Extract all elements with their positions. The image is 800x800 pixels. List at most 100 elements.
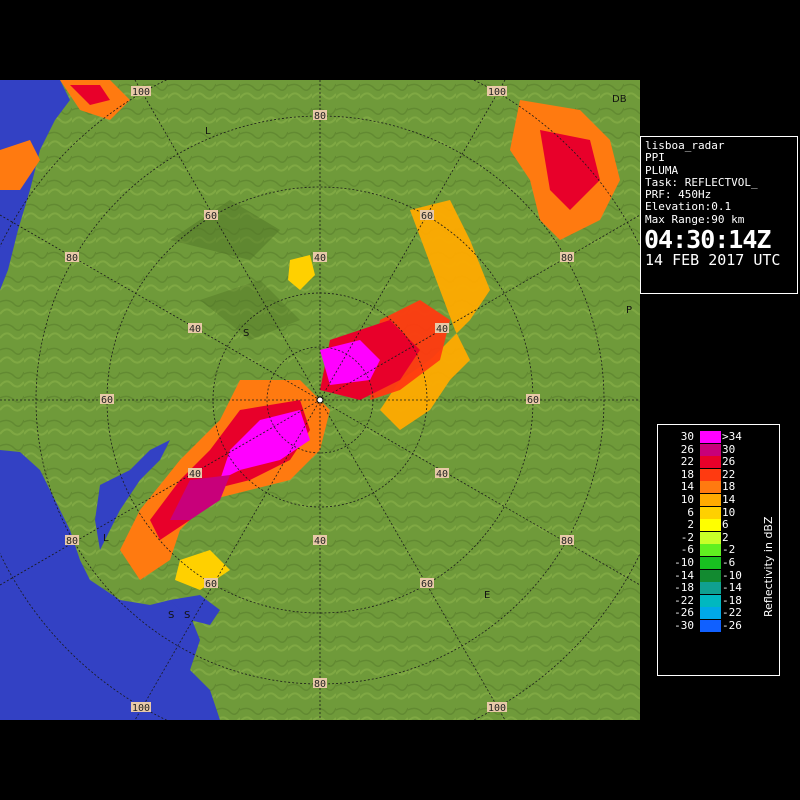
svg-text:100: 100 [488, 703, 506, 714]
ring-label-60-n: 60 [204, 210, 218, 222]
svg-text:80: 80 [561, 536, 573, 547]
legend-color-swatch [700, 594, 721, 607]
legend-row: -22 -18 [658, 593, 779, 607]
place-mark-db: DB [612, 94, 627, 105]
legend-right-value: -18 [722, 593, 742, 607]
legend-left-value: -2 [680, 530, 694, 544]
legend-color-swatch [700, 431, 721, 443]
ring-label-60-se: 60 [420, 578, 434, 590]
legend-color-swatch [700, 468, 721, 481]
svg-text:80: 80 [66, 253, 78, 264]
ring-label-60-e: 60 [526, 394, 540, 406]
legend-row: 30 >34 [658, 431, 779, 443]
svg-text:40: 40 [436, 324, 448, 335]
place-mark-s-south-1: S [168, 610, 174, 621]
legend-row: -18 -14 [658, 581, 779, 595]
radar-name: lisboa_radar [645, 139, 725, 152]
ring-label-60-ne: 60 [420, 210, 434, 222]
ring-label-60-w: 60 [100, 394, 114, 406]
radar-map: 40 40 40 40 40 40 60 60 60 60 60 60 80 8… [0, 80, 640, 720]
legend-row: -14 -10 [658, 568, 779, 582]
svg-text:40: 40 [189, 469, 201, 480]
elevation-value: Elevation:0.1 [645, 200, 732, 214]
legend-row: -30 -26 [658, 620, 779, 632]
place-mark-l-north: L [205, 126, 211, 137]
legend-left-value: -6 [680, 543, 694, 557]
ring-label-60-sw: 60 [204, 578, 218, 590]
svg-text:80: 80 [314, 679, 326, 690]
product-type: PPI [645, 151, 665, 165]
legend-row: 10 14 [658, 494, 779, 506]
legend-left-value: -22 [674, 593, 694, 607]
ring-label-40-se: 40 [435, 468, 449, 480]
legend-row: 6 10 [658, 505, 779, 519]
svg-text:80: 80 [561, 253, 573, 264]
legend-left-value: -10 [674, 556, 694, 569]
legend-color-swatch [700, 443, 721, 456]
legend-row: 26 30 [658, 442, 779, 456]
ring-label-80-s: 80 [313, 678, 327, 690]
ring-label-80-e: 80 [560, 252, 574, 264]
svg-text:100: 100 [488, 87, 506, 98]
legend-row: -2 2 [658, 530, 779, 544]
legend-right-value: >34 [722, 430, 742, 443]
ring-label-40-w: 40 [188, 323, 202, 335]
ring-label-40-e: 40 [435, 323, 449, 335]
legend-left-value: -30 [674, 619, 694, 632]
legend-right-value: -14 [722, 581, 742, 595]
ring-label-100-nw: 100 [131, 86, 151, 98]
legend-right-value: -10 [722, 568, 742, 582]
legend-row: 26 [658, 518, 779, 532]
ring-label-40-sw: 40 [188, 468, 202, 480]
legend-color-swatch [700, 582, 721, 595]
legend-color-swatch [700, 519, 721, 532]
legend-color-swatch [700, 506, 721, 519]
legend-right-value: -22 [722, 606, 742, 620]
legend-color-swatch [700, 620, 721, 632]
svg-text:60: 60 [421, 211, 433, 222]
svg-text:60: 60 [527, 395, 539, 406]
legend-row: 22 26 [658, 455, 779, 469]
legend-color-swatch [700, 494, 721, 506]
legend-right-value: -6 [722, 556, 736, 569]
svg-text:60: 60 [205, 211, 217, 222]
scan-time: 04:30:14Z [644, 225, 771, 255]
ring-label-100-se: 100 [487, 702, 507, 714]
legend-row: -6 -2 [658, 543, 779, 557]
ring-label-80-se: 80 [560, 535, 574, 547]
svg-text:40: 40 [189, 324, 201, 335]
place-mark-p: P [626, 305, 632, 316]
legend-right-value: 26 [722, 455, 736, 469]
legend-color-swatch [700, 531, 721, 544]
legend-left-value: -14 [674, 568, 694, 582]
legend-right-value: 6 [722, 518, 729, 532]
legend-left-value: -18 [674, 581, 694, 595]
legend-right-value: 22 [722, 467, 736, 481]
svg-text:60: 60 [205, 579, 217, 590]
ring-label-80-w: 80 [65, 252, 79, 264]
ring-label-100-ne: 100 [487, 86, 507, 98]
legend-left-value: 26 [680, 442, 694, 456]
svg-text:80: 80 [314, 111, 326, 122]
legend-row: 18 22 [658, 467, 779, 481]
svg-text:60: 60 [421, 579, 433, 590]
ring-label-80-n: 80 [313, 110, 327, 122]
radar-ppi-display: 40 40 40 40 40 40 60 60 60 60 60 60 80 8… [0, 80, 640, 720]
legend-left-value: 18 [680, 467, 694, 481]
legend-title: Reflectivity in dBZ [762, 516, 775, 617]
ring-label-40-s: 40 [313, 535, 327, 547]
legend-color-swatch [700, 456, 721, 469]
svg-text:100: 100 [132, 703, 150, 714]
legend-left-value: 30 [680, 430, 694, 443]
legend-color-swatch [700, 557, 721, 569]
place-mark-s: S [243, 328, 249, 339]
legend-left-value: 2 [687, 518, 694, 532]
legend-right-value: 10 [722, 505, 736, 519]
svg-text:80: 80 [66, 536, 78, 547]
legend-color-swatch [700, 607, 721, 620]
legend-left-value: -26 [674, 606, 694, 620]
legend-right-value: -2 [722, 543, 736, 557]
place-mark-e: E [484, 590, 490, 601]
scan-date: 14 FEB 2017 UTC [645, 251, 781, 270]
radar-info-panel: lisboa_radar PPI PLUMA Task: REFLECTVOL_… [640, 136, 798, 294]
